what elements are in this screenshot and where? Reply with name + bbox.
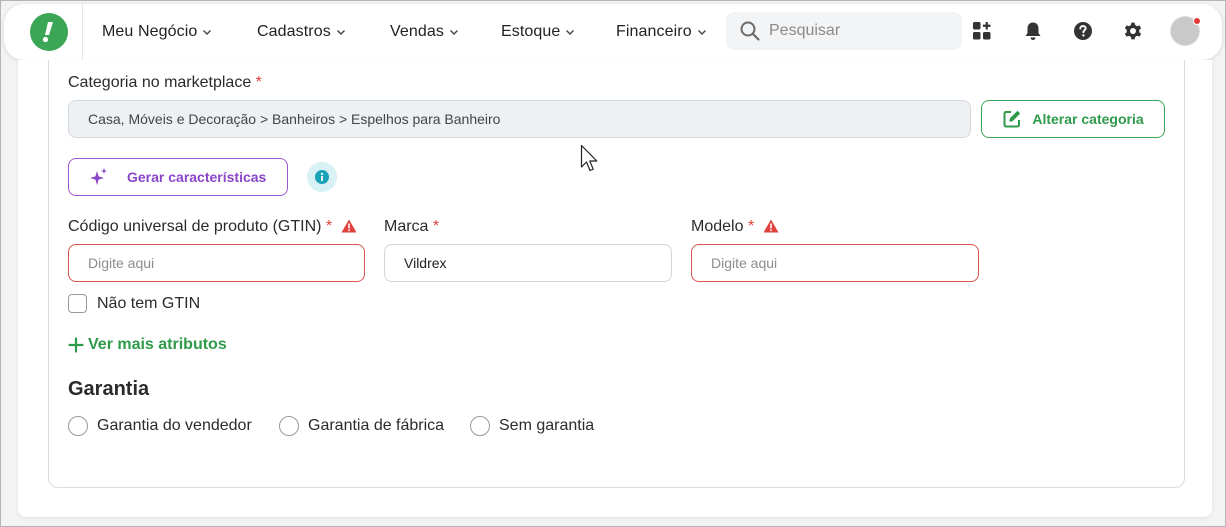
warranty-option-seller[interactable]: Garantia do vendedor (68, 415, 252, 437)
radio-button[interactable] (68, 416, 88, 436)
logo-divider (82, 4, 83, 60)
brand-label: Marca (384, 218, 429, 235)
model-label-row: Modelo * (691, 218, 779, 236)
required-mark: * (747, 218, 755, 235)
warning-icon (341, 219, 357, 233)
category-label-row: Categoria no marketplace * (68, 74, 262, 92)
category-label: Categoria no marketplace (68, 74, 252, 91)
change-category-label: Alterar categoria (1032, 111, 1144, 127)
nav-financeiro[interactable]: Financeiro (616, 4, 707, 60)
no-gtin-label: Não tem GTIN (97, 295, 201, 312)
search-icon (740, 21, 760, 41)
warranty-option-factory[interactable]: Garantia de fábrica (279, 415, 444, 437)
generate-features-label: Gerar características (127, 169, 267, 185)
top-navbar: Meu Negócio Cadastros Vendas Estoque Fin… (4, 4, 1222, 60)
warranty-option-label: Garantia do vendedor (97, 417, 252, 434)
nav-vendas-label: Vendas (390, 23, 444, 40)
warranty-title: Garantia (68, 378, 150, 400)
required-mark: * (255, 74, 262, 91)
warranty-option-label: Garantia de fábrica (308, 417, 445, 434)
logo-exclamation-icon (42, 22, 53, 43)
chevron-down-icon (566, 30, 575, 35)
radio-button[interactable] (470, 416, 490, 436)
nav-meu-negocio[interactable]: Meu Negócio (102, 4, 212, 60)
help-icon[interactable] (1072, 20, 1094, 42)
generate-features-button[interactable]: Gerar características (68, 158, 288, 196)
plus-icon (68, 337, 84, 353)
apps-add-icon[interactable] (971, 20, 993, 42)
model-input[interactable] (691, 244, 979, 282)
model-label: Modelo (691, 218, 744, 235)
gtin-label: Código universal de produto (GTIN) (68, 218, 322, 235)
nav-vendas[interactable]: Vendas (390, 4, 459, 60)
edit-icon (1003, 110, 1021, 128)
nav-cadastros-label: Cadastros (257, 23, 331, 40)
required-mark: * (432, 218, 440, 235)
gear-icon[interactable] (1122, 20, 1144, 42)
radio-button[interactable] (279, 416, 299, 436)
warning-icon (763, 219, 779, 233)
more-attributes-link[interactable]: Ver mais atributos (68, 335, 227, 355)
brand-label-row: Marca * (384, 218, 439, 236)
brand-input[interactable] (384, 244, 672, 282)
nav-estoque[interactable]: Estoque (501, 4, 575, 60)
search-box (726, 12, 962, 50)
sparkle-icon (90, 168, 107, 185)
warranty-option-label: Sem garantia (499, 417, 595, 434)
warranty-option-none[interactable]: Sem garantia (470, 415, 594, 437)
nav-meu-negocio-label: Meu Negócio (102, 23, 198, 40)
avatar[interactable] (1170, 16, 1201, 46)
required-mark: * (325, 218, 333, 235)
notification-dot (1193, 17, 1201, 25)
gtin-label-row: Código universal de produto (GTIN) * (68, 218, 357, 236)
category-value: Casa, Móveis e Decoração > Banheiros > E… (88, 111, 501, 127)
nav-estoque-label: Estoque (501, 23, 561, 40)
chevron-down-icon (203, 30, 212, 35)
no-gtin-checkbox[interactable] (68, 294, 87, 313)
chevron-down-icon (336, 30, 345, 35)
nav-financeiro-label: Financeiro (616, 23, 692, 40)
gtin-input[interactable] (68, 244, 365, 282)
nav-cadastros[interactable]: Cadastros (257, 4, 346, 60)
info-icon[interactable] (307, 162, 337, 192)
change-category-button[interactable]: Alterar categoria (981, 100, 1165, 138)
bell-icon[interactable] (1022, 20, 1044, 42)
search-input[interactable] (769, 22, 949, 40)
category-field: Casa, Móveis e Decoração > Banheiros > E… (68, 100, 971, 138)
mouse-pointer-icon (580, 144, 598, 172)
chevron-down-icon (449, 30, 458, 35)
more-attributes-label: Ver mais atributos (88, 336, 227, 353)
chevron-down-icon (697, 30, 706, 35)
app-logo[interactable] (30, 13, 68, 51)
